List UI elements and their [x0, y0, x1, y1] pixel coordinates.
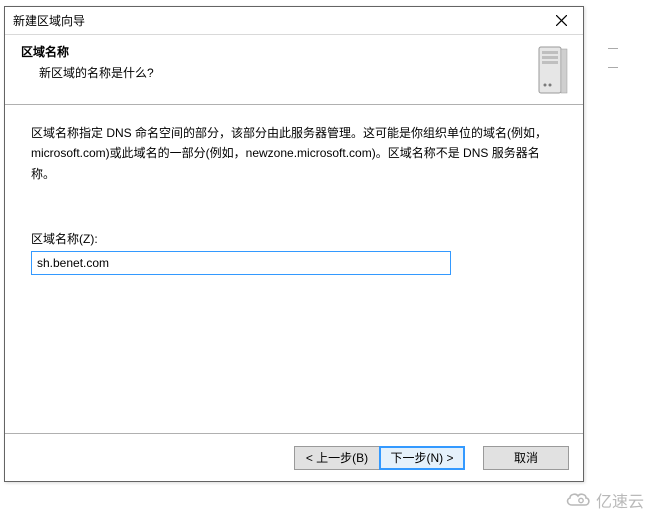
- server-icon: [533, 43, 573, 97]
- banner-subtext: 新区域的名称是什么?: [21, 64, 533, 81]
- banner-text-block: 区域名称 新区域的名称是什么?: [21, 43, 533, 81]
- cloud-icon: [564, 491, 592, 509]
- background-rail: [608, 48, 618, 68]
- zone-name-input[interactable]: [31, 251, 451, 275]
- cancel-button[interactable]: 取消: [483, 446, 569, 470]
- window-title: 新建区域向导: [13, 12, 539, 29]
- description-text: 区域名称指定 DNS 命名空间的部分，该部分由此服务器管理。这可能是你组织单位的…: [31, 123, 557, 184]
- banner-heading: 区域名称: [21, 43, 533, 60]
- wizard-dialog: 新建区域向导 区域名称 新区域的名称是什么? 区域名称指定 DNS 命名空间的部…: [4, 6, 584, 482]
- titlebar: 新建区域向导: [5, 7, 583, 35]
- wizard-footer: < 上一步(B) 下一步(N) > 取消: [5, 433, 583, 481]
- next-button[interactable]: 下一步(N) >: [379, 446, 465, 470]
- wizard-banner: 区域名称 新区域的名称是什么?: [5, 35, 583, 105]
- zone-name-label: 区域名称(Z):: [31, 230, 557, 247]
- back-button[interactable]: < 上一步(B): [294, 446, 380, 470]
- wizard-content: 区域名称指定 DNS 命名空间的部分，该部分由此服务器管理。这可能是你组织单位的…: [5, 105, 583, 433]
- close-button[interactable]: [539, 7, 583, 35]
- close-icon: [556, 15, 567, 26]
- watermark: 亿速云: [564, 488, 644, 512]
- watermark-text: 亿速云: [596, 488, 644, 512]
